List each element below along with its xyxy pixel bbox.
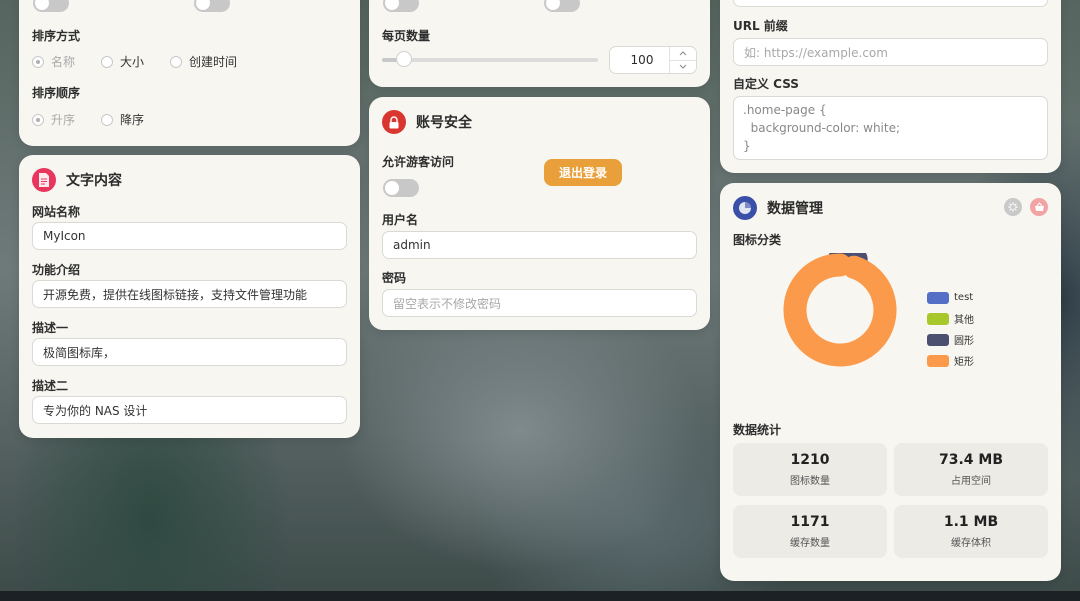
radio-sort-name[interactable]: 名称 (32, 53, 75, 70)
legend-swatch (927, 333, 949, 346)
legend-swatch (927, 354, 949, 367)
radio-sort-size[interactable]: 大小 (101, 53, 144, 70)
desc1-label: 描述一 (32, 321, 69, 335)
loading-icon (1008, 202, 1018, 212)
sort-method-radios: 名称 大小 创建时间 (32, 53, 263, 70)
guest-access-label: 允许游客访问 (382, 155, 455, 169)
sort-order-label: 排序顺序 (32, 86, 81, 100)
legend-item-矩形[interactable]: 矩形 (927, 350, 974, 371)
per-page-value: 100 (630, 53, 654, 67)
sort-settings-card: 排序方式 名称 大小 创建时间 排序顺序 升序 降序 (19, 0, 360, 146)
custom-css-textarea[interactable]: .home-page { background-color: white; } (733, 96, 1048, 160)
text-content-title: 文字内容 (32, 168, 122, 192)
site-name-label: 网站名称 (32, 205, 81, 219)
paging-card: 每页数量 100 (369, 0, 710, 87)
stat-cache-size: 1.1 MB 缓存体积 (894, 505, 1048, 558)
custom-css-label: 自定义 CSS (733, 77, 799, 91)
chevron-up-icon (679, 51, 687, 56)
chart-legend: test 其他圆形矩形 (927, 287, 974, 371)
clear-cache-button[interactable] (1030, 198, 1048, 216)
pie-chart-icon (733, 196, 757, 220)
slider-track (382, 58, 598, 62)
password-label: 密码 (382, 271, 407, 285)
document-icon (32, 168, 56, 192)
basket-icon (1034, 202, 1044, 211)
data-management-card: 数据管理 图标分类 test 其他圆形矩形 数据统计 1210 图标数量 73.4… (720, 183, 1061, 581)
stat-cache-count: 1171 缓存数量 (733, 505, 887, 558)
legend-label: 矩形 (954, 357, 974, 368)
desc2-input[interactable]: 专为你的 NAS 设计 (32, 396, 347, 424)
per-page-stepper[interactable]: 100 (609, 46, 697, 74)
chevron-down-icon (679, 64, 687, 69)
legend-swatch (927, 291, 949, 304)
data-management-title: 数据管理 (733, 196, 823, 220)
url-prefix-input[interactable]: 如: https://example.com (733, 38, 1048, 66)
text-content-card: 文字内容 网站名称 MyIcon 功能介绍 开源免费，提供在线图标链接，支持文件… (19, 155, 360, 438)
stat-value: 73.4 MB (938, 452, 1004, 468)
stat-value: 1.1 MB (943, 514, 999, 530)
category-label: 图标分类 (733, 233, 782, 247)
stat-value: 1171 (790, 514, 830, 530)
category-donut-chart (783, 253, 897, 367)
legend-swatch (927, 312, 949, 325)
stat-storage-used: 73.4 MB 占用空间 (894, 443, 1048, 496)
css-line: } (743, 139, 751, 153)
input-cut-off[interactable] (733, 0, 1048, 7)
toggle-switch[interactable] (33, 0, 69, 12)
toggle-switch[interactable] (194, 0, 230, 12)
legend-item-test[interactable]: test (927, 287, 974, 308)
toggle-switch[interactable] (544, 0, 580, 12)
desc2-label: 描述二 (32, 379, 69, 393)
account-security-title: 账号安全 (382, 110, 472, 134)
radio-order-desc[interactable]: 降序 (101, 111, 144, 128)
site-name-input[interactable]: MyIcon (32, 222, 347, 250)
username-input[interactable]: admin (382, 231, 697, 259)
refresh-button[interactable] (1004, 198, 1022, 216)
custom-settings-card: URL 前缀 如: https://example.com 自定义 CSS .h… (720, 0, 1061, 173)
stat-label: 占用空间 (951, 476, 991, 487)
pie-slice-矩形[interactable] (783, 253, 897, 367)
intro-input[interactable]: 开源免费，提供在线图标链接，支持文件管理功能 (32, 280, 347, 308)
stats-label: 数据统计 (733, 423, 782, 437)
username-label: 用户名 (382, 213, 419, 227)
guest-access-toggle[interactable] (383, 179, 419, 197)
legend-label: test (954, 292, 974, 303)
legend-item-圆形[interactable]: 圆形 (927, 329, 974, 350)
slider-thumb[interactable] (396, 51, 412, 67)
lock-icon (382, 110, 406, 134)
account-security-card: 账号安全 允许游客访问 退出登录 用户名 admin 密码 留空表示不修改密码 (369, 97, 710, 330)
radio-sort-created[interactable]: 创建时间 (170, 53, 237, 70)
intro-label: 功能介绍 (32, 263, 81, 277)
legend-item-其他[interactable]: 其他 (927, 308, 974, 329)
stepper-up-button[interactable] (669, 47, 696, 61)
stepper-down-button[interactable] (669, 60, 696, 73)
stat-value: 1210 (790, 452, 830, 468)
stat-label: 缓存数量 (790, 538, 830, 549)
css-line: .home-page { (743, 103, 827, 117)
stat-label: 图标数量 (790, 476, 830, 487)
stat-label: 缓存体积 (951, 538, 991, 549)
window-bottom-edge (0, 591, 1080, 601)
sort-method-label: 排序方式 (32, 29, 81, 43)
toggle-switch[interactable] (383, 0, 419, 12)
css-line: background-color: white; (743, 121, 901, 135)
radio-order-asc[interactable]: 升序 (32, 111, 75, 128)
logout-button[interactable]: 退出登录 (544, 159, 622, 186)
url-prefix-label: URL 前缀 (733, 19, 788, 33)
legend-label: 圆形 (954, 336, 974, 347)
per-page-slider[interactable] (382, 51, 598, 67)
desc1-input[interactable]: 极简图标库， (32, 338, 347, 366)
legend-label: 其他 (954, 315, 974, 326)
per-page-label: 每页数量 (382, 29, 431, 43)
password-input[interactable]: 留空表示不修改密码 (382, 289, 697, 317)
sort-order-radios: 升序 降序 (32, 111, 170, 128)
stat-icon-count: 1210 图标数量 (733, 443, 887, 496)
